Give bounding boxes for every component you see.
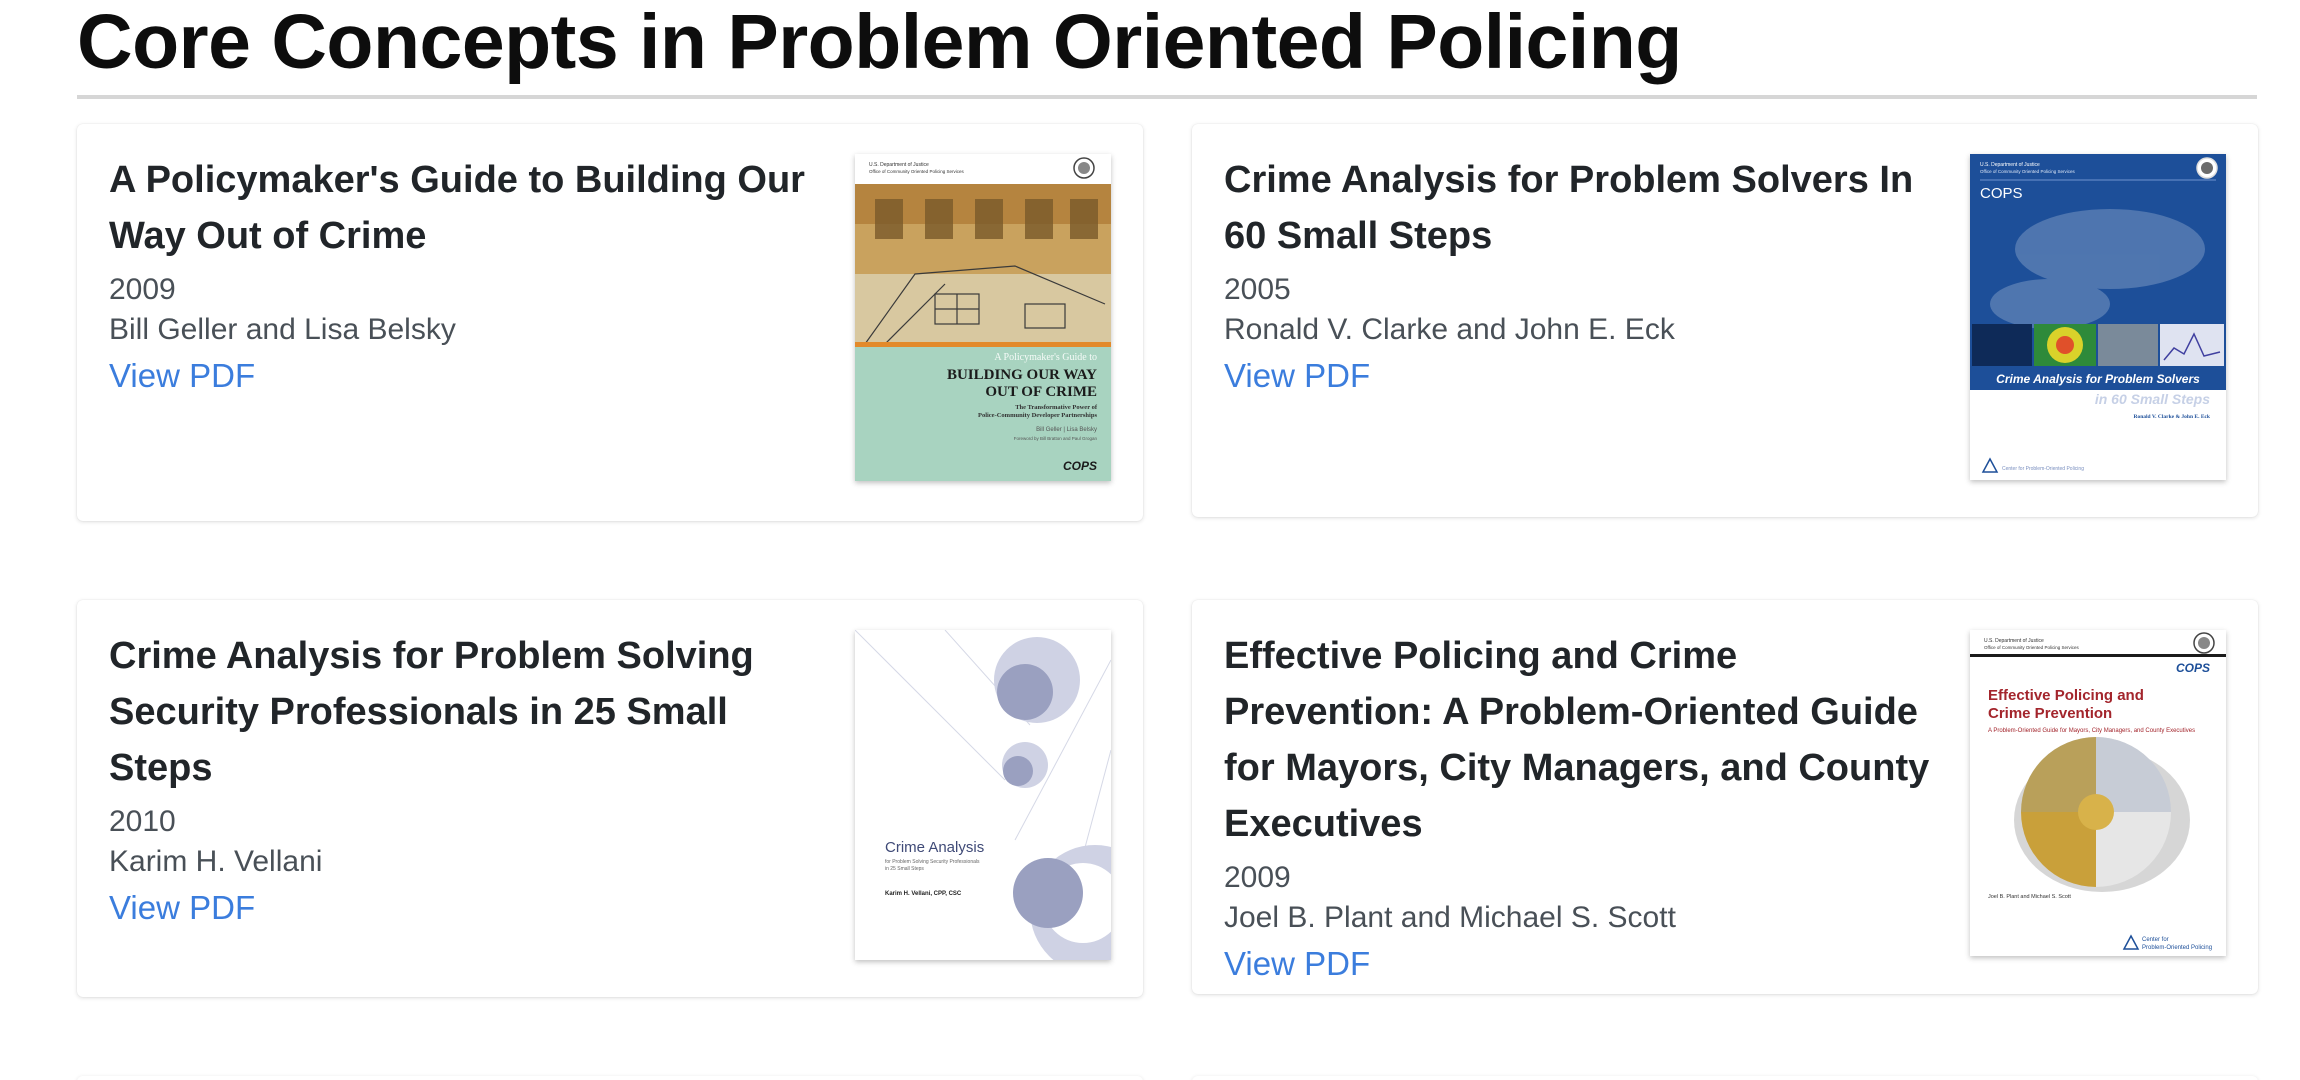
cover-image: Crime Analysis for Problem Solving Secur…: [855, 630, 1111, 960]
cover-subtitle-1: The Transformative Power of: [1015, 404, 1098, 411]
cover-authors: Ronald V. Clarke & John E. Eck: [2133, 414, 2210, 420]
cover-kicker: A Policymaker's Guide to: [994, 352, 1097, 363]
cover-logo: COPS: [1063, 459, 1097, 473]
cover-foreword: Foreword by Bill Bratton and Paul Grogan: [1014, 436, 1098, 441]
cover-image: U.S. Department of Justice Office of Com…: [1970, 630, 2226, 956]
card-year: 2009: [109, 273, 176, 306]
view-pdf-link[interactable]: View PDF: [109, 354, 255, 398]
card-body: Crime Analysis for Problem Solving Secur…: [109, 628, 829, 930]
cover-subtitle-2: in 25 Small Steps: [885, 866, 924, 872]
book-cover: Crime Analysis for Problem Solving Secur…: [855, 630, 1111, 960]
card-year: 2009: [1224, 861, 1291, 894]
cover-authors: Bill Geller | Lisa Belsky: [1036, 427, 1097, 433]
cover-footer: Center for Problem-Oriented Policing: [2002, 466, 2084, 472]
cover-subtitle: A Problem-Oriented Guide for Mayors, Cit…: [1988, 728, 2195, 734]
card-title: Effective Policing and Crime Prevention:…: [1224, 635, 1930, 845]
card-authors: Karim H. Vellani: [109, 845, 323, 878]
publication-card: Crime Analysis for Problem Solvers In 60…: [1192, 124, 2258, 517]
cover-agency: U.S. Department of Justice: [1980, 162, 2040, 168]
card-title: Crime Analysis for Problem Solving Secur…: [109, 635, 754, 789]
publication-card: Effective Policing and Crime Prevention:…: [1192, 600, 2258, 994]
seal-icon: [2193, 632, 2215, 654]
seal-icon: [1073, 157, 1095, 179]
cover-heading: Crime Analysis: [885, 839, 984, 856]
publication-card-partial: [1192, 1076, 2258, 1080]
publication-card: Crime Analysis for Problem Solving Secur…: [77, 600, 1143, 997]
cover-steps: in 60 Small Steps: [2095, 391, 2210, 407]
cover-footer-1: Center for: [2142, 937, 2169, 943]
card-title: Crime Analysis for Problem Solvers In 60…: [1224, 159, 1914, 257]
book-cover: U.S. Department of Justice Office of Com…: [855, 154, 1111, 481]
cover-image: U.S. Department of Justice Office of Com…: [855, 154, 1111, 481]
page: Core Concepts in Problem Oriented Polici…: [0, 0, 2300, 1080]
cover-heading-1: Effective Policing and: [1988, 687, 2144, 704]
cover-subtitle-2: Police-Community Developer Partnerships: [978, 412, 1097, 419]
publication-card: A Policymaker's Guide to Building Our Wa…: [77, 124, 1143, 521]
title-divider: [77, 95, 2257, 99]
cover-agency: U.S. Department of Justice: [869, 162, 929, 168]
cover-heading-2: OUT OF CRIME: [985, 384, 1097, 400]
card-title: A Policymaker's Guide to Building Our Wa…: [109, 159, 805, 257]
cover-image: U.S. Department of Justice Office of Com…: [1970, 154, 2226, 480]
card-authors: Ronald V. Clarke and John E. Eck: [1224, 313, 1675, 346]
card-authors: Joel B. Plant and Michael S. Scott: [1224, 901, 1676, 934]
cover-office: Office of Community Oriented Policing Se…: [1980, 169, 2075, 174]
page-title: Core Concepts in Problem Oriented Polici…: [77, 0, 1682, 85]
cover-subtitle-1: for Problem Solving Security Professiona…: [885, 859, 980, 865]
card-year: 2010: [109, 805, 176, 838]
cover-authors: Joel B. Plant and Michael S. Scott: [1988, 894, 2071, 900]
card-year: 2005: [1224, 273, 1291, 306]
cover-logo: COPS: [1980, 185, 2023, 202]
cover-heading-2: Crime Prevention: [1988, 705, 2112, 722]
view-pdf-link[interactable]: View PDF: [1224, 354, 1370, 398]
card-body: Effective Policing and Crime Prevention:…: [1224, 628, 1944, 986]
book-cover: U.S. Department of Justice Office of Com…: [1970, 630, 2226, 956]
view-pdf-link[interactable]: View PDF: [1224, 942, 1370, 986]
cover-banner: Crime Analysis for Problem Solvers: [1996, 372, 2200, 386]
seal-icon: [2196, 157, 2218, 179]
cover-office: Office of Community Oriented Policing Se…: [869, 169, 964, 174]
cover-footer-2: Problem-Oriented Policing: [2142, 945, 2212, 951]
cover-logo: COPS: [2176, 661, 2210, 675]
cover-heading-1: BUILDING OUR WAY: [947, 367, 1097, 383]
cover-office: Office of Community Oriented Policing Se…: [1984, 645, 2079, 650]
card-authors: Bill Geller and Lisa Belsky: [109, 313, 456, 346]
card-body: Crime Analysis for Problem Solvers In 60…: [1224, 152, 1944, 398]
book-cover: U.S. Department of Justice Office of Com…: [1970, 154, 2226, 480]
publication-card-partial: [77, 1076, 1143, 1080]
cover-agency: U.S. Department of Justice: [1984, 638, 2044, 644]
card-body: A Policymaker's Guide to Building Our Wa…: [109, 152, 829, 398]
cover-authors: Karim H. Vellani, CPP, CSC: [885, 891, 962, 897]
view-pdf-link[interactable]: View PDF: [109, 886, 255, 930]
